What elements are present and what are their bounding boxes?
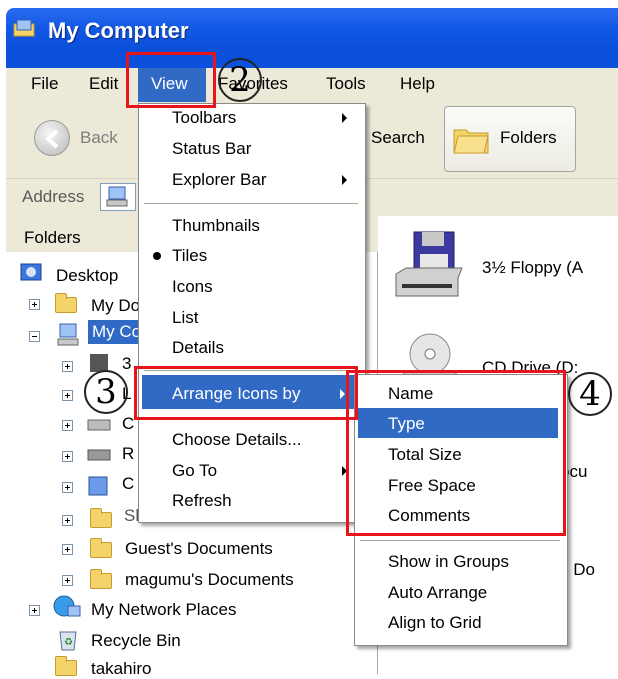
tree-item-my-documents[interactable]: My Do [91,296,140,316]
menu-item-icons[interactable]: Icons [172,277,213,297]
folder-icon [90,538,112,558]
menu-item-status-bar[interactable]: Status Bar [172,139,251,159]
recycle-bin-icon: ♻ [59,631,77,651]
folders-icon [453,129,489,154]
tree-item-takahiro[interactable]: takahiro [91,659,151,679]
annotation-number-3: 3 [84,370,128,414]
back-label[interactable]: Back [80,128,118,148]
address-field[interactable] [100,183,136,211]
menu-tools[interactable]: Tools [326,74,366,94]
tree-item-magumus-documents[interactable]: magumu's Documents [125,570,294,590]
search-button[interactable]: Search [371,128,425,148]
expand-icon[interactable] [62,544,73,555]
collapse-icon[interactable] [29,331,40,342]
menu-help[interactable]: Help [400,74,435,94]
svg-text:♻: ♻ [64,637,73,648]
tree-item-guests-documents[interactable]: Guest's Documents [125,539,273,559]
folders-pane-title: Folders [24,228,81,247]
tree-item-control[interactable]: C [122,474,134,494]
expand-icon[interactable] [62,515,73,526]
folder-icon [90,508,112,528]
menu-item-align-to-grid[interactable]: Align to Grid [388,613,482,633]
submenu-arrow-icon [342,113,347,123]
expand-icon[interactable] [29,605,40,616]
annotation-box-view [126,52,216,108]
submenu-arrow-icon [342,175,347,185]
control-panel-icon [88,476,108,496]
tree-item-network-places[interactable]: My Network Places [91,600,236,620]
floppy-drive-label[interactable]: 3½ Floppy (A [482,258,583,278]
menu-item-choose-details[interactable]: Choose Details... [172,430,301,450]
back-button[interactable] [34,120,70,156]
radio-bullet-icon [153,252,161,260]
tree-item-my-computer[interactable]: My Co [88,320,146,344]
tree-item-drive-c[interactable]: C [122,414,134,434]
expand-icon[interactable] [62,451,73,462]
my-computer-icon [13,19,35,37]
annotation-number-2: 2 [218,58,262,102]
menu-item-thumbnails[interactable]: Thumbnails [172,216,260,236]
menu-item-details[interactable]: Details [172,338,224,358]
back-arrow-icon [44,129,59,149]
annotation-number-4: 4 [568,372,612,416]
tree-item-floppy[interactable]: 3 [122,354,131,374]
expand-icon[interactable] [62,575,73,586]
menu-item-go-to[interactable]: Go To [172,461,217,481]
folder-icon [55,293,77,313]
tree-item-recycle-bin[interactable]: Recycle Bin [91,631,181,651]
annotation-box-sort-options [346,370,566,536]
my-computer-icon [57,323,79,346]
desktop-icon [20,263,42,281]
menu-item-list[interactable]: List [172,308,198,328]
tree-item-removable[interactable]: R [122,444,134,464]
folders-button-label: Folders [500,128,557,147]
menu-item-tiles[interactable]: Tiles [172,246,207,266]
menu-edit[interactable]: Edit [89,74,118,94]
computer-icon [106,186,128,207]
expand-icon[interactable] [62,420,73,431]
expand-icon[interactable] [62,482,73,493]
expand-icon[interactable] [62,361,73,372]
menu-file[interactable]: File [31,74,58,94]
menu-item-toolbars[interactable]: Toolbars [172,108,236,128]
menu-item-refresh[interactable]: Refresh [172,491,232,511]
window-title: My Computer [48,18,189,43]
annotation-box-arrange [134,366,358,420]
expand-icon[interactable] [62,390,73,401]
network-places-icon [53,595,81,617]
tree-item-desktop[interactable]: Desktop [56,266,118,286]
menu-item-explorer-bar[interactable]: Explorer Bar [172,170,266,190]
removable-drive-icon [87,449,111,461]
folder-icon [90,569,112,589]
floppy-drive-icon[interactable] [392,228,468,304]
drive-icon [87,419,111,431]
menu-item-show-in-groups[interactable]: Show in Groups [388,552,509,572]
expand-icon[interactable] [29,299,40,310]
menu-separator [144,203,358,204]
address-label: Address [22,187,85,206]
menu-separator [360,540,560,541]
menu-item-auto-arrange[interactable]: Auto Arrange [388,583,487,603]
